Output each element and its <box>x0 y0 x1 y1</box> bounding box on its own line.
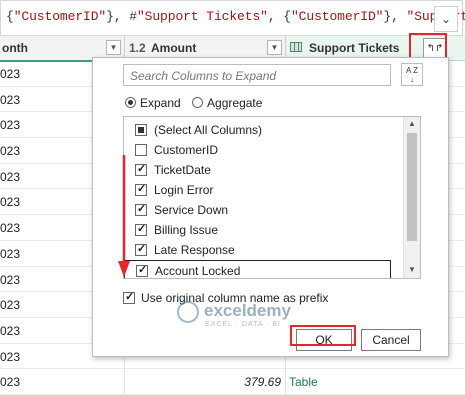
cancel-button[interactable]: Cancel <box>361 329 421 351</box>
amount-value: 379.69 <box>244 375 281 389</box>
formula-token: "Support Tickets" <box>137 9 268 24</box>
column-checkbox[interactable] <box>136 265 148 277</box>
column-checkbox[interactable] <box>135 184 147 196</box>
month-cell: 023 <box>0 247 20 261</box>
formula-token: "CustomerID" <box>291 9 383 24</box>
formula-token: "CustomerID" <box>14 9 106 24</box>
column-option[interactable]: Billing Issue <box>124 220 406 240</box>
column-header-label: Amount <box>151 41 196 55</box>
column-option[interactable]: Account Locked <box>124 260 391 279</box>
chevron-down-icon[interactable]: ⌄ <box>434 6 458 32</box>
column-option-label: Login Error <box>154 183 213 197</box>
sort-az-label: A Z <box>406 66 418 75</box>
column-option-label: Account Locked <box>155 264 240 278</box>
formula-token: }, <box>383 9 406 24</box>
expand-radio-label[interactable]: Expand <box>140 96 181 110</box>
aggregate-radio[interactable] <box>192 97 203 108</box>
column-checkbox[interactable] <box>135 244 147 256</box>
filter-dropdown-icon[interactable]: ▼ <box>106 40 121 55</box>
column-option[interactable]: CustomerID <box>124 140 406 160</box>
column-option-label: (Select All Columns) <box>154 123 262 137</box>
sort-az-icon[interactable]: A Z↓ <box>401 63 423 86</box>
formula-token: { <box>6 9 14 24</box>
prefix-checkbox[interactable] <box>123 292 135 304</box>
month-cell: 023 <box>0 144 20 158</box>
column-checkbox[interactable] <box>135 124 147 136</box>
formula-token: }, # <box>106 9 137 24</box>
decimal-type-icon[interactable]: 1.2 <box>129 41 146 55</box>
month-cell: 023 <box>0 375 20 389</box>
column-option-label: Late Response <box>154 243 235 257</box>
column-option[interactable]: TicketDate <box>124 160 406 180</box>
red-arrow-annotation <box>117 155 131 280</box>
search-columns-input[interactable]: Search Columns to Expand <box>123 64 391 86</box>
column-option[interactable]: (Select All Columns) <box>124 120 406 140</box>
column-header-label: onth <box>2 41 28 55</box>
column-option-label: CustomerID <box>154 143 218 157</box>
month-cell: 023 <box>0 350 20 364</box>
column-option[interactable]: Login Error <box>124 180 406 200</box>
column-option-label: Service Down <box>154 203 228 217</box>
aggregate-radio-label[interactable]: Aggregate <box>207 96 262 110</box>
table-type-icon <box>290 42 302 52</box>
formula-token: , { <box>268 9 291 24</box>
filter-dropdown-icon[interactable]: ▼ <box>267 40 282 55</box>
column-checkbox-list[interactable]: ▲ ▼ (Select All Columns) CustomerID Ticket… <box>123 116 421 279</box>
formula-text[interactable]: {"CustomerID"}, #"Support Tickets", {"Cu… <box>6 9 465 24</box>
month-cell: 023 <box>0 298 20 312</box>
column-option-label: TicketDate <box>154 163 211 177</box>
scroll-up-icon[interactable]: ▲ <box>404 119 420 128</box>
formula-bar[interactable]: {"CustomerID"}, #"Support Tickets", {"Cu… <box>0 0 463 36</box>
month-cell: 023 <box>0 273 20 287</box>
column-checkbox[interactable] <box>135 144 147 156</box>
column-checkbox[interactable] <box>135 224 147 236</box>
column-option-label: Billing Issue <box>154 223 218 237</box>
month-cell: 023 <box>0 324 20 338</box>
month-cell: 023 <box>0 221 20 235</box>
month-cell: 023 <box>0 195 20 209</box>
exceldemy-logo-icon <box>177 301 199 323</box>
month-cell: 023 <box>0 67 20 81</box>
scroll-down-icon[interactable]: ▼ <box>404 265 420 274</box>
column-checkbox[interactable] <box>135 204 147 216</box>
column-checkbox[interactable] <box>135 164 147 176</box>
month-cell: 023 <box>0 170 20 184</box>
mode-radio-group: Expand Aggregate <box>125 95 270 111</box>
column-header-label: Support Tickets <box>309 41 399 55</box>
table-row[interactable]: 023 379.69 Table <box>0 369 465 395</box>
scrollbar-thumb[interactable] <box>407 133 417 241</box>
watermark-name: exceldemy <box>204 301 291 321</box>
watermark-subtitle: EXCEL · DATA · BI <box>205 321 281 328</box>
month-cell: 023 <box>0 118 20 132</box>
amount-cell[interactable]: 379.69 <box>124 369 285 394</box>
tickets-cell[interactable]: Table <box>285 369 465 394</box>
column-option[interactable]: Late Response <box>124 240 406 260</box>
expand-radio[interactable] <box>125 97 136 108</box>
table-link[interactable]: Table <box>289 375 318 389</box>
search-placeholder: Search Columns to Expand <box>130 69 276 83</box>
month-cell: 023 <box>0 93 20 107</box>
annotation-box-ok <box>290 325 356 346</box>
column-option[interactable]: Service Down <box>124 200 406 220</box>
